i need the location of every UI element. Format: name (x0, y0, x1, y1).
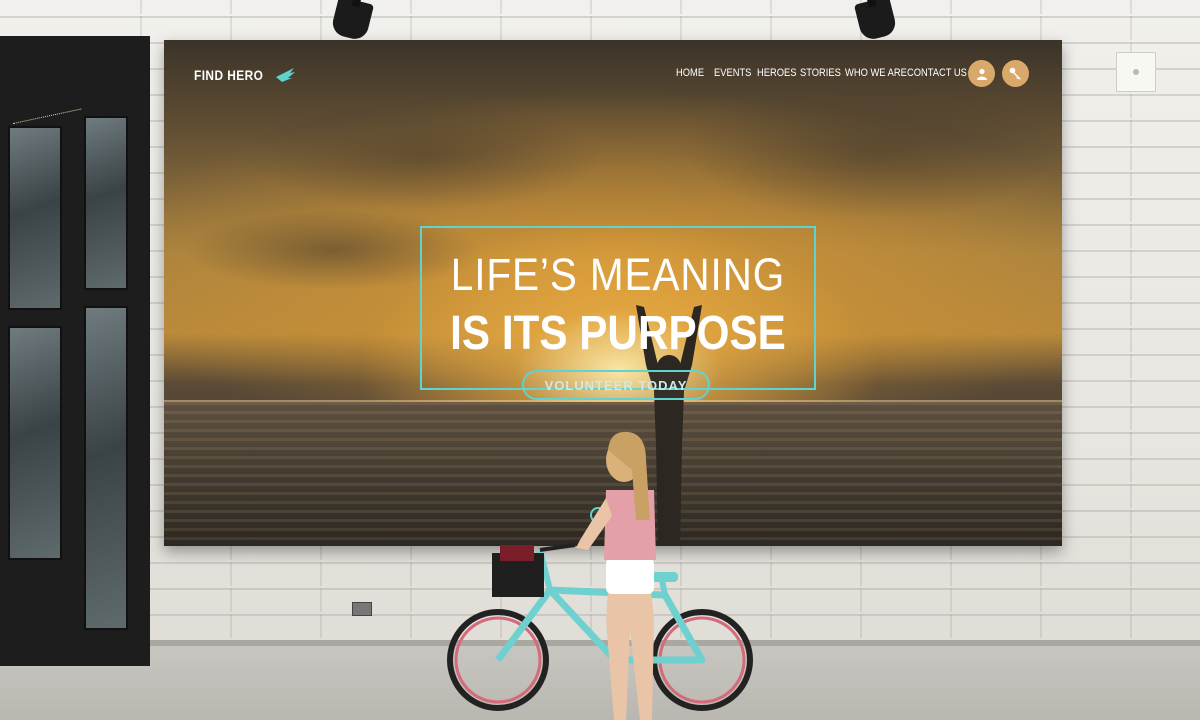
logo-text: FIND HERO (194, 67, 264, 83)
nav-home[interactable]: HOME (676, 67, 704, 79)
hero-title-line2: IS ITS PURPOSE (450, 307, 786, 360)
main-nav: HOME EVENTS HEROES STORIES WHO WE ARE CO… (676, 67, 967, 79)
user-icon (976, 68, 987, 80)
wing-icon (275, 68, 295, 82)
nav-who-we-are[interactable]: WHO WE ARE (845, 67, 907, 79)
login-button[interactable] (1002, 60, 1029, 87)
hero-title-line1: LIFE’S MEANING (450, 249, 786, 300)
account-button[interactable] (968, 60, 995, 87)
key-icon (1009, 67, 1021, 80)
window-pane (84, 116, 128, 290)
volunteer-today-button[interactable]: VOLUNTEER TODAY (522, 370, 710, 400)
nav-stories[interactable]: STORIES (800, 67, 841, 79)
nav-events[interactable]: EVENTS (714, 67, 751, 79)
door-glass (84, 306, 128, 630)
logo[interactable]: FIND HERO (194, 65, 296, 85)
window-pane (8, 326, 62, 560)
wall-junction-box (1116, 52, 1156, 92)
cloud (244, 100, 604, 210)
wall-outlet (352, 602, 372, 616)
storefront-door (0, 36, 150, 666)
nav-heroes[interactable]: HEROES (757, 67, 796, 79)
window-pane (8, 126, 62, 310)
cloud (684, 80, 1062, 220)
nav-contact-us[interactable]: CONTACT US (907, 67, 967, 79)
string-lights (8, 88, 82, 125)
woman-with-bicycle (447, 431, 753, 720)
